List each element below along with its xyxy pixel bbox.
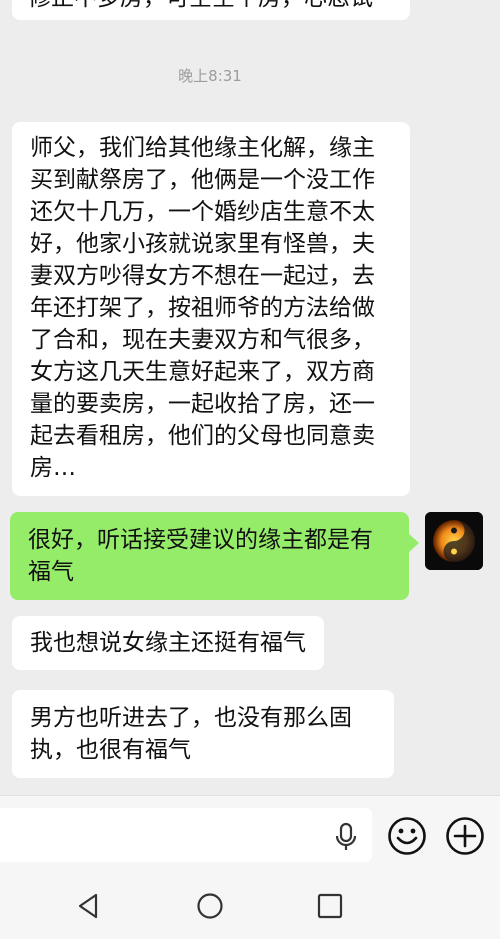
message-bubble-received[interactable]: 师父，我们给其他缘主化解，缘主买到献祭房了，他俩是一个没工作还欠十几万，一个婚纱… <box>12 122 410 496</box>
message-bubble-partial[interactable]: 修正不多房，可空空个房，心态试 <box>12 0 410 20</box>
nav-home-button[interactable] <box>195 891 225 921</box>
yin-yang-avatar-icon <box>425 512 483 570</box>
avatar[interactable] <box>425 512 483 570</box>
smiley-icon <box>388 817 426 855</box>
message-text: 修正不多房，可空空个房，心态试 <box>28 0 373 11</box>
microphone-icon <box>335 822 357 850</box>
message-input[interactable] <box>0 808 372 862</box>
system-navigation-bar <box>0 873 500 939</box>
nav-back-button[interactable] <box>74 891 104 921</box>
more-button[interactable] <box>445 816 485 860</box>
triangle-back-icon <box>78 893 98 919</box>
voice-input-button[interactable] <box>335 822 357 856</box>
chat-area: 修正不多房，可空空个房，心态试 晚上8:31 师父，我们给其他缘主化解，缘主买到… <box>0 0 500 795</box>
message-timestamp: 晚上8:31 <box>178 67 242 85</box>
square-recent-icon <box>317 893 343 919</box>
message-text: 我也想说女缘主还挺有福气 <box>30 630 306 656</box>
message-bubble-received[interactable]: 男方也听进去了，也没有那么固执，也很有福气 <box>12 690 394 778</box>
chat-input-bar <box>0 795 500 874</box>
circle-home-icon <box>197 893 223 919</box>
plus-circle-icon <box>446 817 484 855</box>
message-text: 师父，我们给其他缘主化解，缘主买到献祭房了，他俩是一个没工作还欠十几万，一个婚纱… <box>30 135 375 481</box>
message-text: 很好，听话接受建议的缘主都是有福气 <box>28 527 373 585</box>
message-text: 男方也听进去了，也没有那么固执，也很有福气 <box>30 705 352 763</box>
emoji-button[interactable] <box>387 816 427 860</box>
message-bubble-sent[interactable]: 很好，听话接受建议的缘主都是有福气 <box>10 512 419 600</box>
message-bubble-received[interactable]: 我也想说女缘主还挺有福气 <box>12 616 324 670</box>
nav-recent-button[interactable] <box>315 891 345 921</box>
